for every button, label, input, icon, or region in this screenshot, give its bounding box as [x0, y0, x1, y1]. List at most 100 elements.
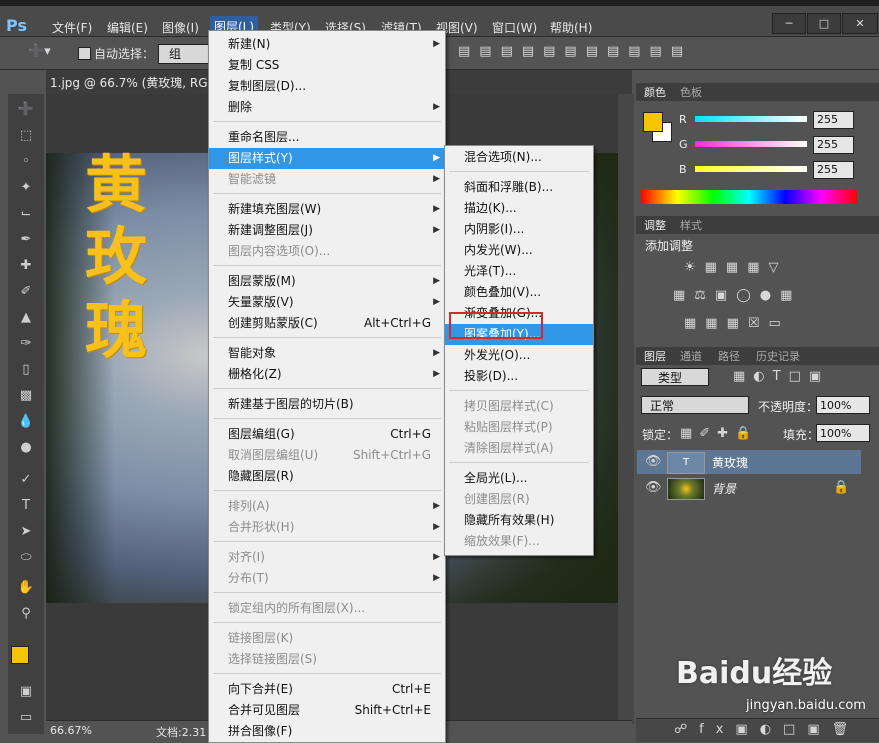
menu-item-merge-visible[interactable]: 合并可见图层 Shift+Ctrl+E	[209, 700, 445, 721]
document-tab[interactable]: 1.jpg @ 66.7% (黄玫瑰, RGB	[50, 74, 216, 91]
tab-paths[interactable]: 路径	[718, 348, 740, 364]
adjustment-icons-row2[interactable]: ▦⚖▣◯●▦	[673, 288, 801, 303]
channel-r-slider[interactable]	[695, 116, 807, 122]
eyedropper-icon[interactable]: ✒	[16, 230, 36, 250]
adjustment-icons-row3[interactable]: ▦▦▦☒▭	[684, 316, 790, 331]
menu-item-arrange[interactable]: 排列(A) ▶	[209, 496, 445, 517]
layer-row[interactable]: 👁 背景 🔒	[637, 476, 861, 500]
visibility-eye-icon[interactable]: 👁	[645, 480, 662, 495]
menu-edit[interactable]: 编辑(E)	[107, 19, 148, 36]
menu-item-layer-style[interactable]: 图层样式(Y) ▶	[209, 148, 445, 169]
menu-file[interactable]: 文件(F)	[52, 19, 92, 36]
menu-item-combine-shapes[interactable]: 合并形状(H) ▶	[209, 517, 445, 538]
style-item-inner-shadow[interactable]: 内阴影(I)...	[445, 219, 593, 240]
style-item-paste-style[interactable]: 粘贴图层样式(P)	[445, 417, 593, 438]
layer-filter-dropdown[interactable]: 类型	[641, 368, 709, 386]
color-foreground-swatch[interactable]	[643, 112, 663, 132]
zoom-tool-icon[interactable]: ⚲	[16, 604, 36, 624]
move-tool-icon[interactable]: ➕▾	[28, 44, 51, 59]
style-item-blending-options[interactable]: 混合选项(N)...	[445, 147, 593, 168]
style-item-outer-glow[interactable]: 外发光(O)...	[445, 345, 593, 366]
stamp-tool-icon[interactable]: ▲	[16, 308, 36, 328]
visibility-eye-icon[interactable]: 👁	[645, 454, 662, 469]
menu-item-smart-filter[interactable]: 智能滤镜 ▶	[209, 169, 445, 190]
menu-item-ungroup-layers[interactable]: 取消图层编组(U) Shift+Ctrl+G	[209, 445, 445, 466]
brush-tool-icon[interactable]: ✐	[16, 282, 36, 302]
quick-select-icon[interactable]: ✦	[16, 178, 36, 198]
style-item-create-layers[interactable]: 创建图层(R)	[445, 489, 593, 510]
path-select-icon[interactable]: ➤	[16, 522, 36, 542]
style-item-copy-style[interactable]: 拷贝图层样式(C)	[445, 396, 593, 417]
layer-filter-icons[interactable]: ▦◐T□▣	[733, 369, 829, 384]
menu-item-new-fill-layer[interactable]: 新建填充图层(W) ▶	[209, 199, 445, 220]
menu-item-align[interactable]: 对齐(I) ▶	[209, 547, 445, 568]
style-item-global-light[interactable]: 全局光(L)...	[445, 468, 593, 489]
menu-item-link-layers[interactable]: 链接图层(K)	[209, 628, 445, 649]
dodge-tool-icon[interactable]: ●	[16, 438, 36, 458]
menu-item-copy-css[interactable]: 复制 CSS	[209, 55, 445, 76]
adjustment-icons-row1[interactable]: ☀▦▦▦▽	[684, 260, 788, 275]
menu-item-distribute[interactable]: 分布(T) ▶	[209, 568, 445, 589]
menu-item-rename-layer[interactable]: 重命名图层...	[209, 127, 445, 148]
color-spectrum-ramp[interactable]	[641, 190, 857, 204]
menu-item-lock-all-layers[interactable]: 锁定组内的所有图层(X)...	[209, 598, 445, 619]
hand-tool-icon[interactable]: ✋	[16, 578, 36, 598]
channel-r-value[interactable]: 255	[813, 111, 854, 129]
foreground-color-swatch[interactable]	[11, 646, 29, 664]
style-item-scale-effects[interactable]: 缩放效果(F)...	[445, 531, 593, 552]
menu-item-duplicate-layer[interactable]: 复制图层(D)...	[209, 76, 445, 97]
style-item-hide-all-effects[interactable]: 隐藏所有效果(H)	[445, 510, 593, 531]
eraser-tool-icon[interactable]: ▯	[16, 360, 36, 380]
screen-mode-icon[interactable]: ▭	[16, 708, 36, 728]
zoom-level[interactable]: 66.67%	[50, 724, 92, 737]
crop-tool-icon[interactable]: ⌙	[16, 204, 36, 224]
style-item-stroke[interactable]: 描边(K)...	[445, 198, 593, 219]
style-item-bevel-emboss[interactable]: 斜面和浮雕(B)...	[445, 177, 593, 198]
style-item-clear-style[interactable]: 清除图层样式(A)	[445, 438, 593, 459]
menu-item-group-layers[interactable]: 图层编组(G) Ctrl+G	[209, 424, 445, 445]
maximize-button[interactable]: □	[807, 13, 841, 34]
menu-item-select-linked[interactable]: 选择链接图层(S)	[209, 649, 445, 670]
tab-color[interactable]: 颜色	[644, 84, 666, 100]
style-item-drop-shadow[interactable]: 投影(D)...	[445, 366, 593, 387]
menu-help[interactable]: 帮助(H)	[550, 19, 592, 36]
menu-item-rasterize[interactable]: 栅格化(Z) ▶	[209, 364, 445, 385]
marquee-tool-icon[interactable]: ⬚	[16, 126, 36, 146]
tab-layers[interactable]: 图层	[644, 348, 666, 364]
menu-item-layer-mask[interactable]: 图层蒙版(M) ▶	[209, 271, 445, 292]
minimize-button[interactable]: ─	[772, 13, 806, 34]
menu-item-clipping-mask[interactable]: 创建剪贴蒙版(C) Alt+Ctrl+G	[209, 313, 445, 334]
blur-tool-icon[interactable]: 💧	[16, 412, 36, 432]
menu-image[interactable]: 图像(I)	[162, 19, 199, 36]
channel-g-value[interactable]: 255	[813, 136, 854, 154]
channel-g-slider[interactable]	[695, 141, 807, 147]
lock-icons[interactable]: ▦✐✚🔒	[680, 426, 758, 441]
opacity-input[interactable]: 100%	[816, 396, 870, 414]
channel-b-value[interactable]: 255	[813, 161, 854, 179]
menu-item-merge-down[interactable]: 向下合并(E) Ctrl+E	[209, 679, 445, 700]
gradient-tool-icon[interactable]: ▩	[16, 386, 36, 406]
quick-mask-icon[interactable]: ▣	[16, 682, 36, 702]
pen-tool-icon[interactable]: ✓	[16, 470, 36, 490]
auto-select-checkbox[interactable]	[78, 47, 91, 60]
menu-item-new-adjustment-layer[interactable]: 新建调整图层(J) ▶	[209, 220, 445, 241]
tab-channels[interactable]: 通道	[680, 348, 702, 364]
tab-adjustments[interactable]: 调整	[644, 217, 666, 233]
menu-item-new[interactable]: 新建(N) ▶	[209, 34, 445, 55]
tab-swatches[interactable]: 色板	[680, 84, 702, 100]
menu-item-hide-layer[interactable]: 隐藏图层(R)	[209, 466, 445, 487]
style-item-color-overlay[interactable]: 颜色叠加(V)...	[445, 282, 593, 303]
menu-item-new-layer-slice[interactable]: 新建基于图层的切片(B)	[209, 394, 445, 415]
blend-mode-dropdown[interactable]: 正常	[641, 396, 749, 414]
fill-input[interactable]: 100%	[816, 424, 870, 442]
history-brush-icon[interactable]: ✑	[16, 334, 36, 354]
layers-footer-icons[interactable]: ☍fx▣◐□▣🗑	[674, 722, 860, 737]
tab-history[interactable]: 历史记录	[756, 348, 800, 364]
style-item-inner-glow[interactable]: 内发光(W)...	[445, 240, 593, 261]
layer-name[interactable]: 背景	[712, 480, 736, 497]
layer-name[interactable]: 黄玫瑰	[712, 454, 748, 471]
menu-item-vector-mask[interactable]: 矢量蒙版(V) ▶	[209, 292, 445, 313]
channel-b-slider[interactable]	[695, 166, 807, 172]
style-item-satin[interactable]: 光泽(T)...	[445, 261, 593, 282]
tab-styles[interactable]: 样式	[680, 217, 702, 233]
